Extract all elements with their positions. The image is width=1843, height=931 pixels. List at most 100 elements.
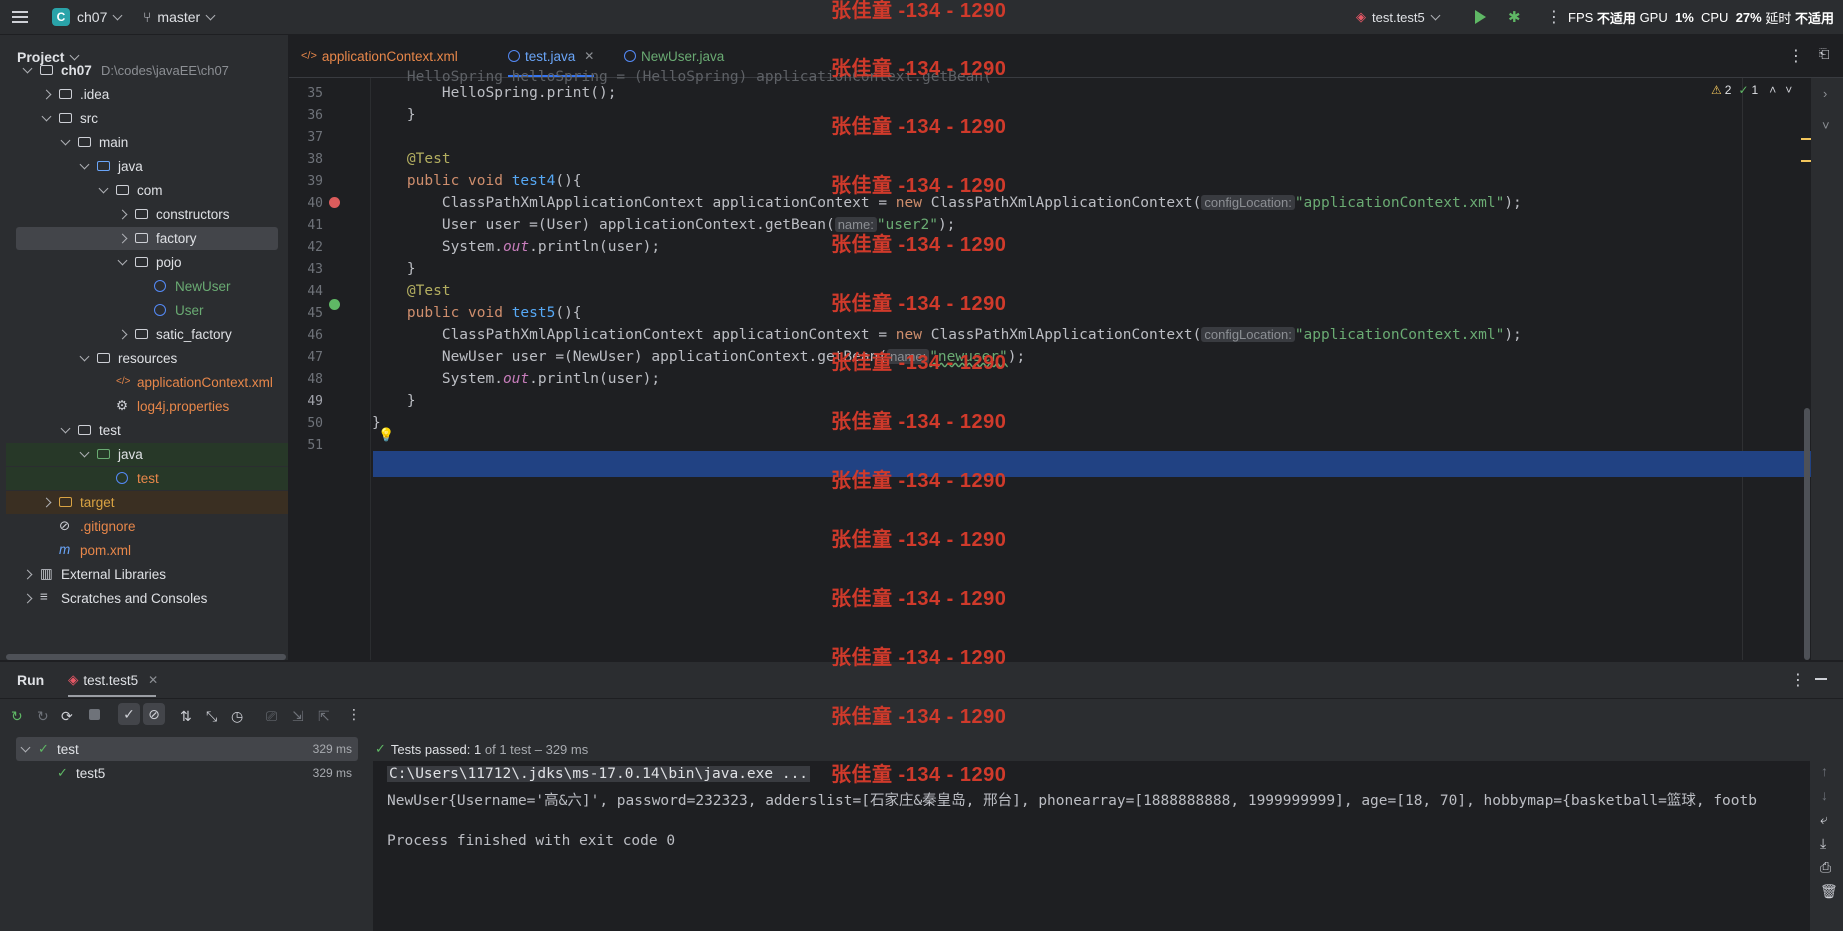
- soft-wrap-icon[interactable]: ⤶: [1820, 811, 1828, 828]
- scroll-to-end-icon[interactable]: ⤓: [1820, 835, 1826, 852]
- tab-options-button[interactable]: ⋮: [1788, 35, 1804, 77]
- line-number: 51: [307, 438, 323, 453]
- chevron-down-icon[interactable]: [60, 423, 71, 434]
- tree-item-gitignore[interactable]: ⊘ .gitignore: [6, 515, 288, 538]
- chevron-right-icon[interactable]: [117, 233, 128, 244]
- tree-item-pom-xml[interactable]: m pom.xml: [6, 539, 288, 562]
- more-vertical-icon[interactable]: ⋮: [347, 706, 361, 723]
- tree-item-log4j-properties[interactable]: ⚙ log4j.properties: [6, 395, 288, 418]
- run-button[interactable]: [1475, 0, 1486, 34]
- line-number: 41: [307, 218, 323, 233]
- tree-item-label: .idea: [80, 87, 110, 102]
- tree-item-main[interactable]: main: [6, 131, 288, 154]
- run-panel-title[interactable]: Run: [17, 672, 44, 688]
- chevron-right-icon[interactable]: [41, 497, 52, 508]
- rerun-icon[interactable]: ↻: [11, 708, 23, 725]
- chevron-down-icon[interactable]: [79, 447, 90, 458]
- tree-item-target[interactable]: target: [6, 491, 288, 514]
- chevron-down-icon[interactable]: ˅: [1822, 118, 1830, 133]
- tree-item-scratches-and-consoles[interactable]: ≡ Scratches and Consoles: [6, 587, 288, 610]
- horizontal-scrollbar[interactable]: [6, 654, 286, 660]
- tree-item-resources[interactable]: resources: [6, 347, 288, 370]
- debug-button[interactable]: ✱: [1508, 0, 1521, 34]
- project-selector[interactable]: C ch07: [52, 0, 123, 34]
- more-actions-button[interactable]: ⋮: [1546, 0, 1562, 34]
- rerun-failed-icon[interactable]: ↻: [37, 708, 49, 725]
- tree-item-test-class[interactable]: test: [6, 467, 288, 490]
- hamburger-icon: [12, 11, 28, 23]
- tree-item-label: applicationContext.xml: [137, 375, 273, 390]
- test-tree-row-test5[interactable]: ✓ test5 329 ms: [16, 761, 358, 785]
- test-tree-label: test5: [76, 765, 106, 781]
- code-line-44: @Test: [406, 283, 451, 299]
- chevron-down-icon[interactable]: [22, 63, 33, 74]
- chevron-right-icon[interactable]: [22, 569, 33, 580]
- chevron-right-icon[interactable]: ›: [1823, 86, 1827, 101]
- print-icon[interactable]: ⎙: [1820, 859, 1831, 876]
- main-menu-button[interactable]: [12, 0, 28, 34]
- chevron-down-icon[interactable]: [79, 351, 90, 362]
- chevron-right-icon[interactable]: [22, 593, 33, 604]
- show-ignored-icon[interactable]: ⊘: [143, 703, 165, 725]
- stop-icon[interactable]: [89, 709, 100, 720]
- cpu-label: CPU: [1701, 9, 1729, 25]
- more-vertical-icon[interactable]: ⋮: [1790, 670, 1806, 690]
- tree-item-factory[interactable]: factory: [16, 227, 278, 250]
- camera-icon[interactable]: ⎚: [266, 708, 277, 725]
- perf-monitor: FPS 不适用 GPU 1% CPU 27% 延时 不适用: [1568, 0, 1834, 34]
- sort-duration-icon[interactable]: ⤡: [206, 708, 217, 725]
- warning-stripe-marker[interactable]: [1801, 138, 1811, 140]
- tree-item-idea[interactable]: .idea: [6, 83, 288, 106]
- chevron-down-icon[interactable]: [60, 135, 71, 146]
- tree-item-applicationContext-xml[interactable]: </> applicationContext.xml: [6, 371, 288, 394]
- inspection-widget[interactable]: ⚠ 2 ✓ 1 ˄ ˅: [1711, 83, 1792, 97]
- chevron-down-icon[interactable]: [98, 183, 109, 194]
- chevron-right-icon[interactable]: [117, 209, 128, 220]
- sort-icon[interactable]: ⇅: [180, 708, 192, 725]
- tree-item-test[interactable]: test: [6, 419, 288, 442]
- arrow-down-icon[interactable]: ↓: [1821, 787, 1828, 803]
- chevron-down-icon[interactable]: [117, 255, 128, 266]
- notifications-icon[interactable]: ⎗: [1819, 46, 1829, 62]
- chevron-down-icon: [205, 10, 216, 20]
- close-icon[interactable]: ✕: [148, 673, 158, 687]
- toggle-auto-test-icon[interactable]: ⟳: [61, 708, 73, 725]
- minimize-icon[interactable]: [1815, 678, 1827, 680]
- branch-selector[interactable]: ⑂ master: [143, 0, 216, 34]
- tree-item-pojo[interactable]: pojo: [6, 251, 288, 274]
- test-tree-row-test[interactable]: ✓ test 329 ms: [16, 737, 358, 761]
- chevron-right-icon[interactable]: [41, 89, 52, 100]
- tree-item-User[interactable]: User: [6, 299, 288, 322]
- trash-icon[interactable]: 🗑: [1820, 883, 1838, 900]
- warning-stripe-marker[interactable]: [1801, 160, 1811, 162]
- tree-item-external-libraries[interactable]: ▥ External Libraries: [6, 563, 288, 586]
- tree-item-NewUser[interactable]: NewUser: [6, 275, 288, 298]
- run-config-selector[interactable]: ◈ test.test5: [1356, 0, 1441, 34]
- show-passed-icon[interactable]: ✓: [118, 703, 140, 725]
- export-icon[interactable]: ⇱: [318, 708, 330, 725]
- test-passed-gutter-icon[interactable]: [329, 299, 340, 310]
- tree-item-com[interactable]: com: [6, 179, 288, 202]
- tree-item-satic_factory[interactable]: satic_factory: [6, 323, 288, 346]
- chevron-down-icon[interactable]: [79, 159, 90, 170]
- tree-item-java[interactable]: java: [6, 155, 288, 178]
- close-icon[interactable]: ✕: [584, 49, 594, 63]
- chevron-down-icon[interactable]: [41, 111, 52, 122]
- tree-item-test-java[interactable]: java: [6, 443, 288, 466]
- tree-item-ch07[interactable]: ch07 D:\codes\javaEE\ch07: [6, 59, 288, 82]
- chevron-down-icon[interactable]: ˅: [1785, 83, 1792, 97]
- tree-item-src[interactable]: src: [6, 107, 288, 130]
- vertical-scrollbar[interactable]: [1804, 408, 1810, 660]
- test-failed-gutter-icon[interactable]: [329, 197, 340, 208]
- history-icon[interactable]: ◷: [231, 708, 243, 725]
- ok-count: 1: [1751, 83, 1759, 97]
- test-config-icon: ◈: [1356, 9, 1366, 24]
- import-icon[interactable]: ⇲: [292, 708, 304, 725]
- run-tab-test-test5[interactable]: ◈ test.test5 ✕: [68, 672, 158, 688]
- tree-item-constructors[interactable]: constructors: [6, 203, 288, 226]
- code-editor[interactable]: 35 36 37 38 39 40 41 42 43 44 45 46 47 48 49 50 51 ⚠ 2 ✓…: [289, 69, 1811, 660]
- arrow-up-icon[interactable]: ↑: [1821, 763, 1828, 779]
- chevron-up-icon[interactable]: ˄: [1769, 83, 1776, 97]
- console-output[interactable]: C:\Users\11712\.jdks\ms-17.0.14\bin\java…: [373, 761, 1810, 931]
- chevron-right-icon[interactable]: [117, 329, 128, 340]
